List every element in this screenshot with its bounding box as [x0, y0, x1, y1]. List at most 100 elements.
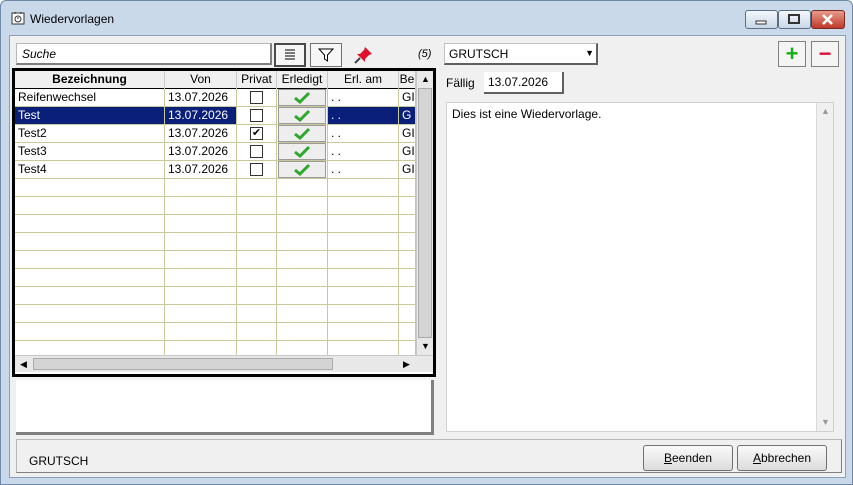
reminder-text-field[interactable]: Dies ist eine Wiedervorlage. ▲ ▼	[446, 102, 834, 432]
memo-scroll-down-icon[interactable]: ▼	[817, 414, 834, 431]
memo-scroll-up-icon[interactable]: ▲	[817, 103, 834, 120]
mark-done-button[interactable]	[278, 89, 326, 106]
cell-erl-am: . .	[328, 143, 399, 160]
empty-cell	[165, 197, 237, 214]
table-row[interactable]	[15, 179, 416, 197]
add-button[interactable]: +	[778, 41, 806, 67]
minimize-button[interactable]	[745, 10, 778, 29]
close-icon	[822, 14, 833, 25]
table-row[interactable]	[15, 215, 416, 233]
check-icon	[294, 127, 311, 140]
cell-bezeichnung: Reifenwechsel	[15, 89, 165, 106]
search-input[interactable]: Suche	[16, 43, 272, 65]
pin-icon[interactable]	[354, 45, 374, 65]
empty-cell	[165, 269, 237, 286]
cell-privat	[237, 107, 277, 124]
notes-area-left[interactable]	[16, 380, 434, 435]
check-icon	[294, 163, 311, 176]
table-row[interactable]	[15, 341, 416, 355]
privat-checkbox[interactable]	[250, 145, 263, 158]
empty-cell	[277, 341, 328, 355]
abbrechen-mnemonic: A	[752, 451, 761, 465]
cell-be: G	[399, 107, 416, 124]
record-count: (5)	[418, 48, 432, 60]
due-date-field[interactable]: 13.07.2026	[484, 72, 564, 94]
table-row[interactable]: Test2 13.07.2026 ✔ . . GI	[15, 125, 416, 143]
cell-privat	[237, 161, 277, 178]
empty-cell	[328, 179, 399, 196]
column-header[interactable]: Privat	[237, 71, 277, 89]
empty-cell	[237, 287, 277, 304]
empty-cell	[328, 287, 399, 304]
table-row[interactable]	[15, 287, 416, 305]
cell-be: GI	[399, 89, 416, 106]
cell-be: GI	[399, 125, 416, 142]
filter-button[interactable]	[310, 43, 342, 67]
empty-cell	[399, 179, 416, 196]
empty-cell	[399, 233, 416, 250]
list-view-button[interactable]	[274, 43, 306, 67]
privat-checkbox[interactable]: ✔	[250, 127, 263, 140]
privat-checkbox[interactable]	[250, 109, 263, 122]
abbrechen-button[interactable]: Abbrechen	[737, 445, 827, 471]
empty-cell	[328, 323, 399, 340]
empty-cell	[328, 197, 399, 214]
table-row[interactable]	[15, 233, 416, 251]
check-icon	[294, 91, 311, 104]
table-row[interactable]	[15, 251, 416, 269]
user-dropdown[interactable]: GRUTSCH ▼	[444, 43, 598, 65]
window-title: Wiedervorlagen	[30, 12, 115, 26]
empty-cell	[399, 323, 416, 340]
close-button[interactable]	[811, 10, 845, 29]
mark-done-button[interactable]	[278, 107, 326, 124]
mark-done-button[interactable]	[278, 125, 326, 142]
mark-done-button[interactable]	[278, 161, 326, 178]
beenden-button[interactable]: Beenden	[643, 445, 733, 471]
table-row[interactable]	[15, 323, 416, 341]
table-row[interactable]	[15, 197, 416, 215]
empty-cell	[328, 269, 399, 286]
empty-cell	[277, 323, 328, 340]
cell-bezeichnung: Test3	[15, 143, 165, 160]
remove-button[interactable]: −	[811, 41, 839, 67]
scroll-right-icon[interactable]: ▶	[398, 356, 415, 373]
scroll-left-icon[interactable]: ◀	[15, 356, 32, 373]
column-header[interactable]: Bezeichnung	[15, 71, 165, 89]
table-row[interactable]: Reifenwechsel 13.07.2026 . . GI	[15, 89, 416, 107]
table-row[interactable]: Test 13.07.2026 . .G	[15, 107, 416, 125]
cell-von: 13.07.2026	[165, 107, 237, 124]
table-row[interactable]	[15, 305, 416, 323]
empty-cell	[15, 179, 165, 196]
table-row[interactable]	[15, 269, 416, 287]
beenden-mnemonic: B	[663, 451, 672, 465]
empty-cell	[277, 197, 328, 214]
list-icon	[285, 49, 295, 60]
horizontal-scrollbar[interactable]: ◀ ▶	[15, 355, 433, 372]
empty-cell	[165, 287, 237, 304]
empty-cell	[15, 305, 165, 322]
maximize-button[interactable]	[778, 10, 811, 29]
memo-scrollbar[interactable]: ▲ ▼	[816, 103, 833, 431]
scroll-thumb[interactable]	[418, 88, 432, 338]
empty-cell	[15, 341, 165, 355]
column-header[interactable]: Erledigt	[277, 71, 328, 89]
cell-bezeichnung: Test2	[15, 125, 165, 142]
scroll-down-icon[interactable]: ▼	[417, 338, 433, 355]
table-row[interactable]: Test4 13.07.2026 . . GI	[15, 161, 416, 179]
privat-checkbox[interactable]	[250, 91, 263, 104]
table-body: Reifenwechsel 13.07.2026. . GI Test 13.07.20…	[15, 89, 416, 355]
scroll-thumb-horizontal[interactable]	[33, 358, 333, 370]
mark-done-button[interactable]	[278, 143, 326, 160]
empty-cell	[399, 287, 416, 304]
chevron-down-icon[interactable]: ▼	[585, 48, 594, 58]
empty-cell	[237, 197, 277, 214]
privat-checkbox[interactable]	[250, 163, 263, 176]
column-header[interactable]: Erl. am	[328, 71, 399, 89]
column-header[interactable]: Be	[399, 71, 416, 89]
column-header[interactable]: Von	[165, 71, 237, 89]
empty-cell	[15, 269, 165, 286]
scroll-up-icon[interactable]: ▲	[417, 71, 433, 88]
table-row[interactable]: Test3 13.07.2026 . . GI	[15, 143, 416, 161]
status-bar: GRUTSCH Beenden Abbrechen	[16, 439, 842, 473]
vertical-scrollbar[interactable]: ▲ ▼	[416, 71, 433, 355]
